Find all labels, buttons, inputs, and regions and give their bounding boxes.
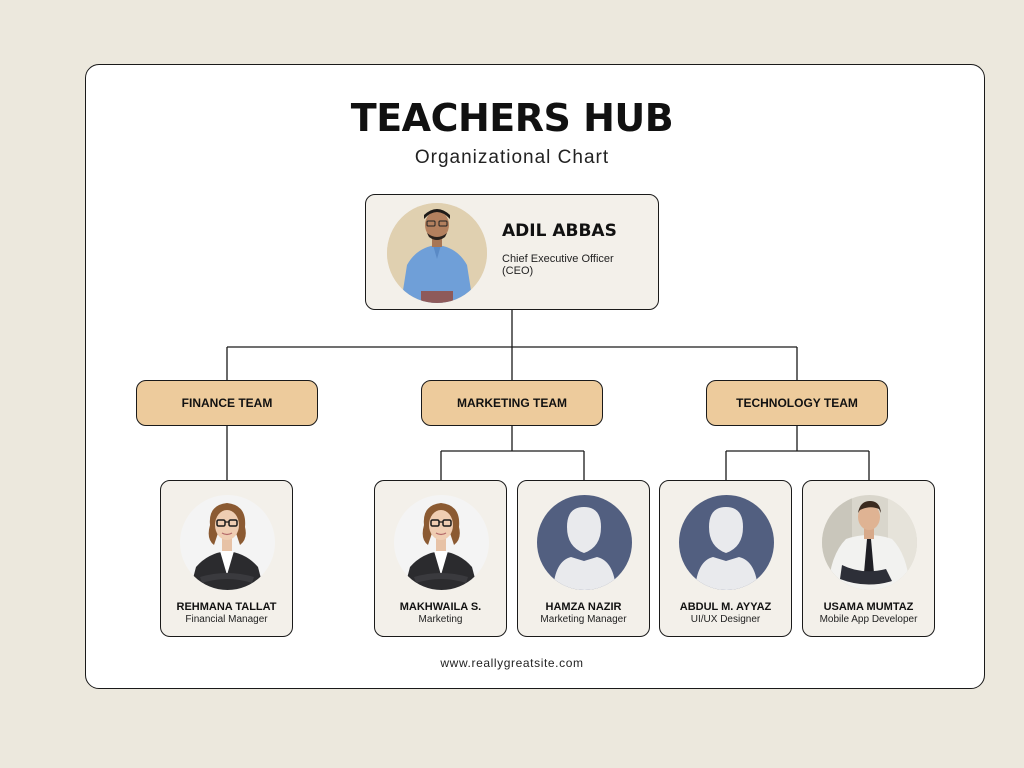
ceo-name: ADIL ABBAS: [502, 221, 617, 241]
website-link[interactable]: www.reallygreatsite.com: [0, 656, 1024, 670]
ceo-card: ADIL ABBAS Chief Executive Officer (CEO): [365, 194, 659, 310]
man-photo: [822, 495, 917, 590]
member-role: UI/UX Designer: [690, 614, 761, 625]
avatar-placeholder-icon: [679, 495, 774, 590]
team-finance: FINANCE TEAM: [136, 380, 318, 426]
woman-photo: [394, 495, 489, 590]
ceo-photo: [387, 203, 487, 303]
member-card-abdul-m-ayyaz: ABDUL M. AYYAZ UI/UX Designer: [659, 480, 792, 637]
member-card-makhwaila-s: MAKHWAILA S. Marketing: [374, 480, 507, 637]
member-name: ABDUL M. AYYAZ: [679, 601, 772, 613]
member-card-rehmana-tallat: REHMANA TALLAT Financial Manager: [160, 480, 293, 637]
member-role: Marketing Manager: [540, 614, 627, 625]
member-role: Mobile App Developer: [819, 614, 918, 625]
member-name: MAKHWAILA S.: [399, 601, 482, 613]
member-name: HAMZA NAZIR: [545, 601, 622, 613]
ceo-role: Chief Executive Officer (CEO): [502, 253, 614, 277]
team-technology: TECHNOLOGY TEAM: [706, 380, 888, 426]
member-card-usama-mumtaz: USAMA MUMTAZ Mobile App Developer: [802, 480, 935, 637]
team-marketing: MARKETING TEAM: [421, 380, 603, 426]
woman-photo: [180, 495, 275, 590]
member-role: Financial Manager: [185, 614, 268, 625]
member-name: USAMA MUMTAZ: [823, 601, 914, 613]
member-role: Marketing: [418, 614, 463, 625]
member-card-hamza-nazir: HAMZA NAZIR Marketing Manager: [517, 480, 650, 637]
member-name: REHMANA TALLAT: [176, 601, 277, 613]
avatar-placeholder-icon: [537, 495, 632, 590]
